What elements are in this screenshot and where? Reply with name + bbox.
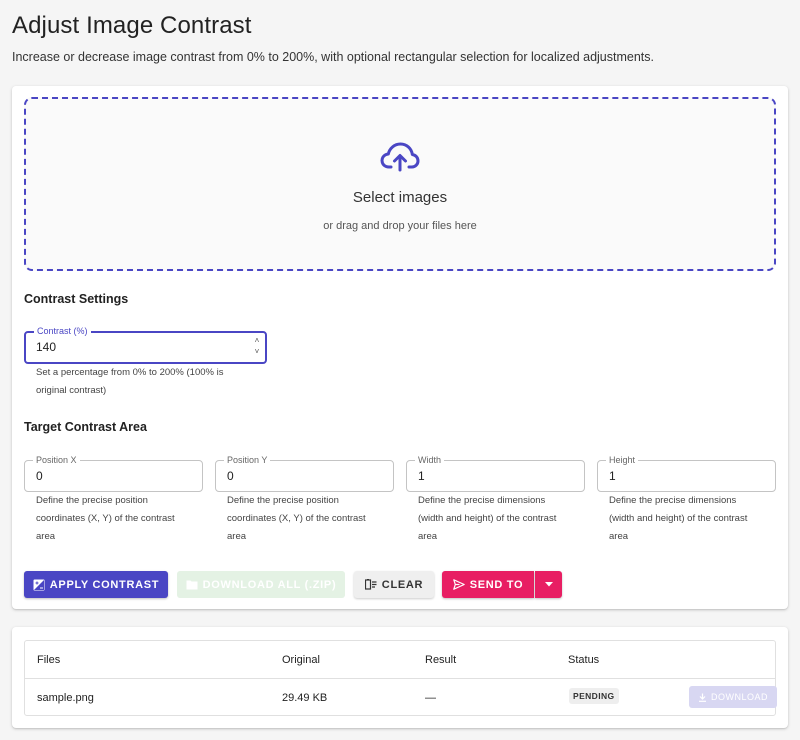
position-y-label: Position Y (224, 454, 271, 466)
file-name: sample.png (37, 691, 94, 704)
width-field[interactable]: Width 1 (406, 454, 585, 492)
settings-card: Select images or drag and drop your file… (12, 86, 788, 609)
width-value: 1 (418, 469, 425, 483)
table-row: sample.png 29.49 KB — PENDING DOWNLOAD (25, 679, 777, 716)
apply-contrast-button[interactable]: APPLY CONTRAST (24, 571, 168, 598)
position-y-value: 0 (227, 469, 234, 483)
height-label: Height (606, 454, 639, 466)
contrast-field-value: 140 (36, 340, 57, 354)
width-label: Width (415, 454, 445, 466)
file-download-label: DOWNLOAD (710, 692, 768, 702)
page-title: Adjust Image Contrast (12, 12, 252, 39)
send-to-button[interactable]: SEND TO (442, 571, 534, 598)
dropzone-subtitle: or drag and drop your files here (323, 220, 477, 232)
file-original-size: 29.49 KB (282, 691, 328, 704)
page-description: Increase or decrease image contrast from… (12, 50, 654, 64)
table-header: Files Original Result Status (25, 641, 775, 679)
download-all-label: DOWNLOAD ALL (.ZIP) (202, 578, 337, 591)
target-area-heading: Target Contrast Area (24, 420, 147, 434)
contrast-field[interactable]: Contrast (%) 140 ˄ ˅ (24, 325, 267, 364)
files-table: Files Original Result Status sample.png … (24, 640, 777, 716)
chevron-down-icon[interactable]: ˅ (253, 346, 261, 357)
height-helper: Define the precise dimensions (width and… (609, 495, 748, 542)
send-icon (452, 579, 465, 590)
width-helper: Define the precise dimensions (width and… (418, 495, 557, 542)
folder-zip-icon (186, 580, 198, 590)
files-card: Files Original Result Status sample.png … (12, 627, 788, 728)
position-y-helper: Define the precise position coordinates … (227, 495, 366, 542)
contrast-icon (33, 579, 45, 590)
cloud-upload-icon (380, 142, 420, 172)
clear-button[interactable]: CLEAR (354, 571, 434, 598)
clear-list-icon (364, 579, 377, 590)
position-x-helper: Define the precise position coordinates … (36, 495, 175, 542)
dropzone-title: Select images (352, 189, 448, 206)
download-icon (698, 693, 706, 702)
column-status: Status (568, 653, 600, 666)
send-to-label: SEND TO (469, 578, 524, 591)
file-result: — (425, 691, 436, 704)
status-badge: PENDING (569, 688, 619, 704)
position-x-field[interactable]: Position X 0 (24, 454, 203, 492)
download-all-button[interactable]: DOWNLOAD ALL (.ZIP) (177, 571, 345, 598)
caret-down-icon (544, 582, 553, 587)
contrast-helper-text: Set a percentage from 0% to 200% (100% i… (36, 367, 224, 396)
position-x-label: Position X (33, 454, 80, 466)
send-to-menu-button[interactable] (535, 571, 562, 598)
clear-label: CLEAR (381, 578, 424, 591)
column-original: Original (282, 653, 320, 666)
chevron-up-icon[interactable]: ˄ (253, 335, 261, 346)
contrast-stepper[interactable]: ˄ ˅ (253, 335, 261, 357)
height-value: 1 (609, 469, 616, 483)
position-y-field[interactable]: Position Y 0 (215, 454, 394, 492)
position-x-value: 0 (36, 469, 43, 483)
column-files: Files (37, 653, 61, 666)
image-dropzone[interactable]: Select images or drag and drop your file… (24, 97, 776, 271)
contrast-field-label: Contrast (%) (34, 325, 91, 337)
apply-contrast-label: APPLY CONTRAST (49, 578, 160, 591)
column-result: Result (425, 653, 457, 666)
contrast-settings-heading: Contrast Settings (24, 292, 129, 306)
file-download-button[interactable]: DOWNLOAD (689, 686, 777, 708)
height-field[interactable]: Height 1 (597, 454, 776, 492)
